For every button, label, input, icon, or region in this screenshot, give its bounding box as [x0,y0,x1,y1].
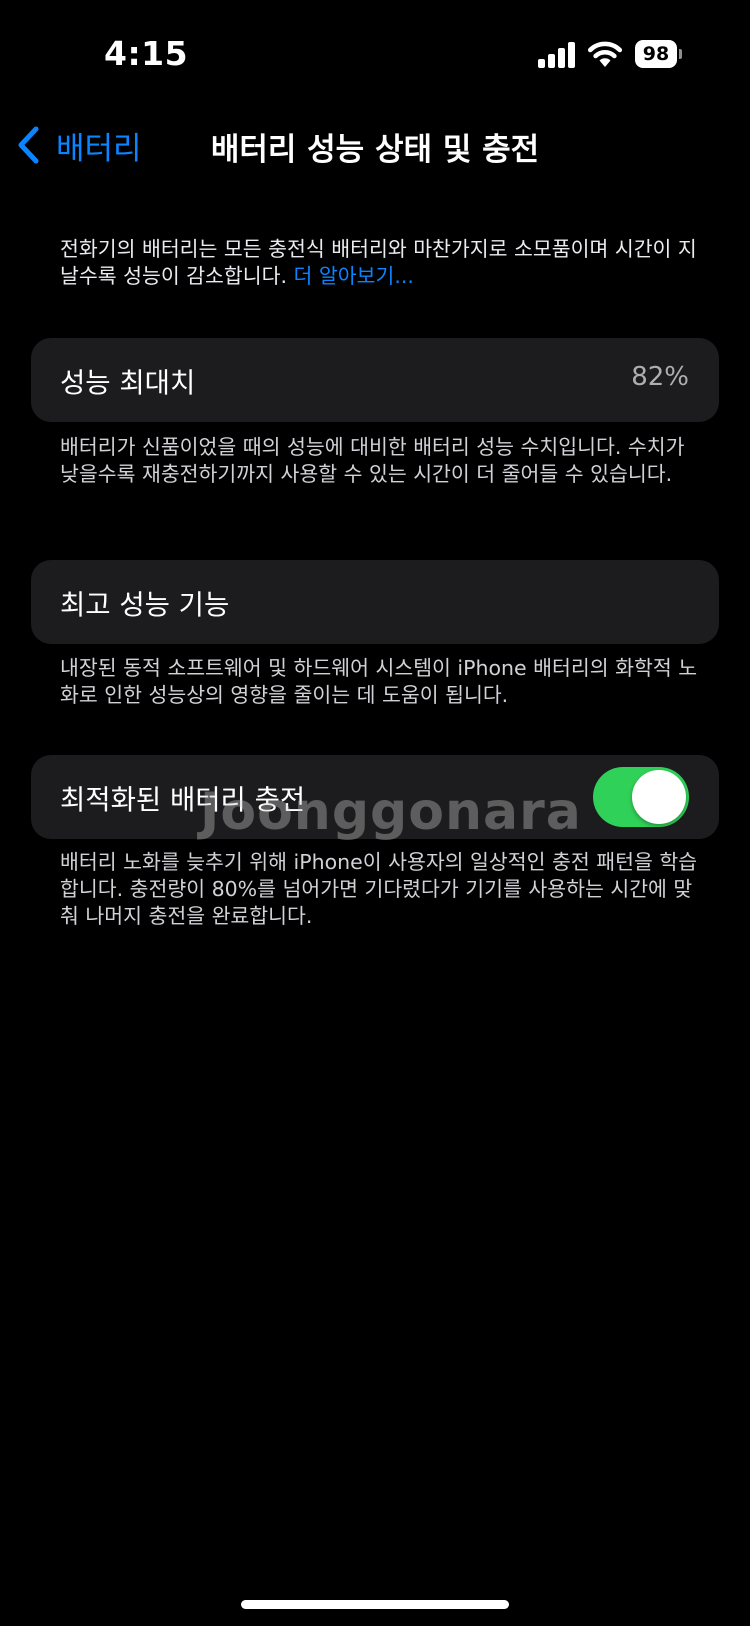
watermark: Joonggonara [200,782,582,842]
toggle-knob [632,770,686,824]
navigation-bar: 배터리 배터리 성능 상태 및 충전 [0,110,750,180]
intro-description: 전화기의 배터리는 모든 충전식 배터리와 마찬가지로 소모품이며 시간이 지날… [60,236,700,290]
peak-performance-label: 최고 성능 기능 [60,589,230,621]
max-capacity-footer: 배터리가 신품이었을 때의 성능에 대비한 배터리 성능 수치입니다. 수치가 … [60,435,685,486]
cellular-signal-icon [538,42,576,68]
peak-performance-row[interactable]: 최고 성능 기능 [31,560,719,644]
home-indicator[interactable] [241,1600,509,1609]
battery-level: 98 [635,40,677,68]
max-capacity-value: 82% [631,362,689,392]
optimized-charging-footer: 배터리 노화를 늦추기 위해 iPhone이 사용자의 일상적인 충전 패턴을 … [60,850,698,928]
max-capacity-row: 성능 최대치 82% [31,338,719,422]
wifi-icon [587,41,623,67]
status-bar: 4:15 98 [0,0,750,110]
status-time: 4:15 [104,34,189,73]
learn-more-link[interactable]: 더 알아보기... [294,264,414,288]
battery-icon: 98 [635,40,683,68]
optimized-charging-toggle[interactable] [593,767,689,827]
peak-performance-footer: 내장된 동적 소프트웨어 및 하드웨어 시스템이 iPhone 배터리의 화학적… [60,656,698,707]
max-capacity-label: 성능 최대치 [60,367,196,399]
page-title: 배터리 성능 상태 및 충전 [210,132,540,168]
